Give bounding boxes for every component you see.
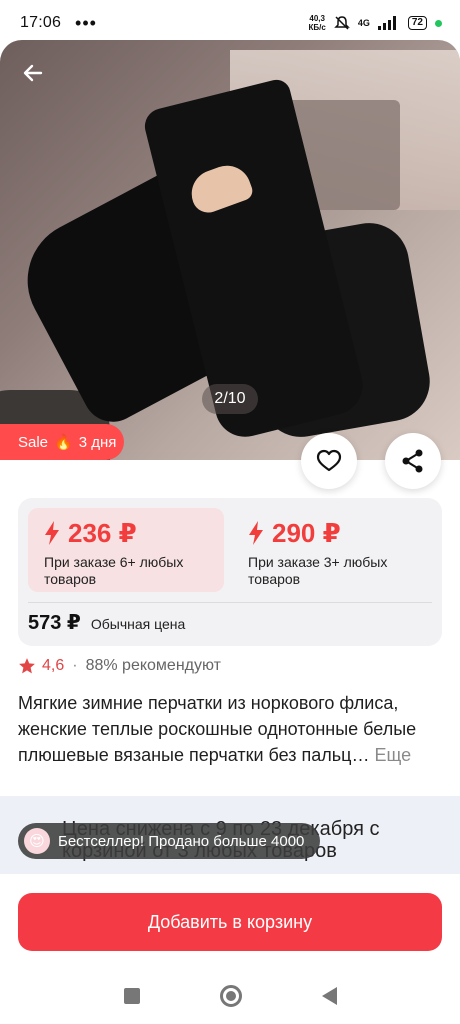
rating-row[interactable]: 4,6 · 88% рекомендуют — [18, 657, 221, 675]
mute-icon — [334, 16, 350, 30]
regular-price-label: Обычная цена — [90, 616, 186, 632]
bottom-area: Добавить в корзину — [0, 874, 460, 1024]
regular-price-value: 573 ₽ — [28, 612, 81, 634]
net-speed-value: 40,3 — [309, 14, 325, 23]
home-icon[interactable] — [219, 985, 242, 1007]
privacy-dot-icon — [435, 19, 442, 27]
product-title: Мягкие зимние перчатки из норкового флис… — [18, 690, 438, 768]
price-tier-value: 236 ₽ — [68, 517, 137, 548]
signal-icon — [377, 16, 396, 30]
price-tier-3plus[interactable]: 290 ₽ При заказе 3+ любых товаров — [232, 508, 432, 592]
back-nav-icon[interactable] — [321, 987, 337, 1005]
sale-label: Sale — [18, 433, 49, 451]
system-nav-bar — [0, 974, 460, 1018]
favorite-button[interactable] — [301, 433, 357, 489]
smile-hearts-icon: 😍 — [24, 828, 50, 854]
status-dots: ••• — [75, 12, 97, 33]
back-button[interactable] — [18, 58, 48, 88]
fire-icon: 🔥 — [54, 434, 73, 451]
bestseller-label: Бестселлер! — [58, 832, 145, 850]
bestseller-toast: 😍 Бестселлер! Продано больше 4000 — [18, 823, 321, 859]
network-type: 4G — [357, 18, 370, 28]
more-link[interactable]: Еще — [374, 745, 411, 765]
arrow-left-icon — [23, 64, 43, 82]
recommend-text: 88% рекомендуют — [85, 657, 221, 674]
lightning-icon — [45, 521, 59, 545]
battery-icon: 72 — [407, 16, 427, 30]
bestseller-detail: Продано больше 4000 — [148, 832, 305, 850]
regular-price: 573 ₽ Обычная цена — [28, 610, 185, 635]
price-tier-value: 290 ₽ — [272, 517, 341, 548]
heart-icon — [316, 449, 342, 472]
status-time: 17:06 — [20, 14, 62, 31]
share-button[interactable] — [385, 433, 441, 489]
sale-days: 3 дня — [78, 433, 117, 451]
sale-badge: Sale 🔥 3 дня — [0, 424, 124, 460]
image-counter: 2/10 — [202, 384, 258, 414]
price-tier-condition: При заказе 6+ любых товаров — [44, 554, 184, 587]
price-tier-line: 236 ₽ — [44, 518, 224, 548]
price-tier-6plus[interactable]: 236 ₽ При заказе 6+ любых товаров — [28, 508, 224, 592]
price-box: 236 ₽ При заказе 6+ любых товаров 290 ₽ … — [18, 498, 442, 646]
bestseller-text: Бестселлер! Продано больше 4000 — [58, 833, 304, 850]
status-right: 40,3 КБ/с 4G 72 — [309, 14, 442, 32]
rating-score: 4,6 — [42, 657, 65, 674]
share-icon — [402, 449, 423, 473]
lightning-icon — [249, 521, 263, 545]
net-speed: 40,3 КБ/с — [309, 14, 326, 32]
star-icon — [19, 658, 35, 674]
price-tier-condition: При заказе 3+ любых товаров — [248, 554, 388, 587]
price-divider — [28, 602, 432, 603]
rating-separator: · — [72, 657, 78, 674]
net-speed-unit: КБ/с — [308, 23, 326, 32]
add-to-cart-button[interactable]: Добавить в корзину — [18, 893, 442, 951]
price-tier-line: 290 ₽ — [248, 518, 432, 548]
recents-icon[interactable] — [123, 988, 140, 1004]
product-title-text: Мягкие зимние перчатки из норкового флис… — [18, 693, 417, 765]
